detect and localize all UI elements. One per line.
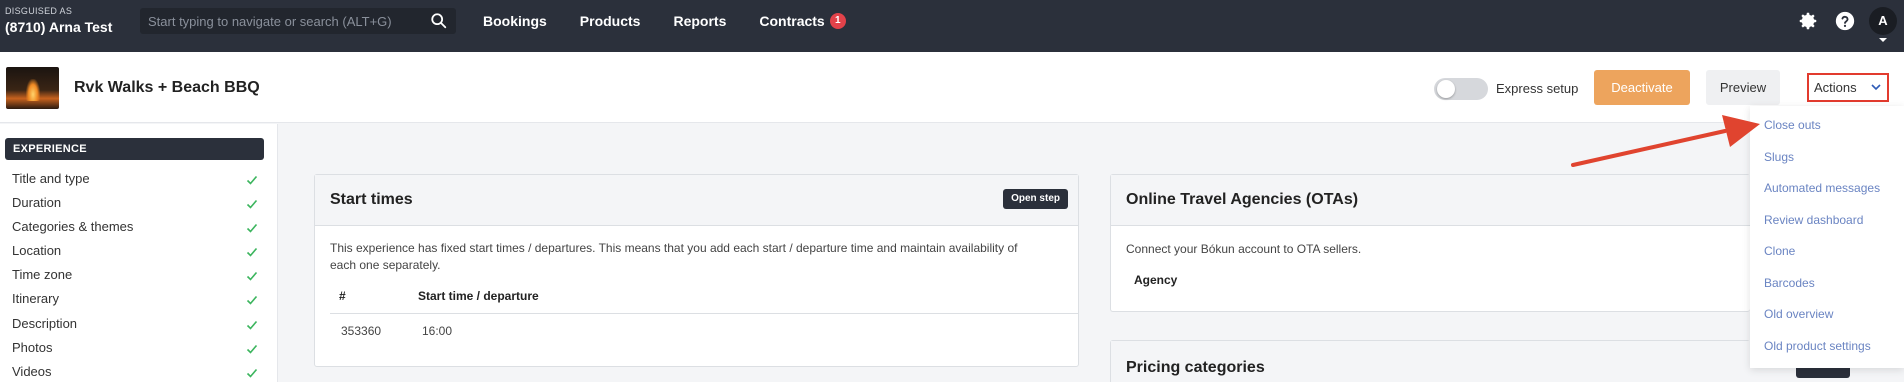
chevron-down-icon bbox=[1871, 84, 1881, 91]
table-divider bbox=[330, 313, 1078, 314]
actions-button-label: Actions bbox=[1814, 80, 1857, 95]
nav-bookings[interactable]: Bookings bbox=[483, 13, 547, 29]
sidebar-item-duration[interactable]: Duration bbox=[12, 195, 262, 215]
check-icon bbox=[246, 368, 258, 378]
product-title: Rvk Walks + Beach BBQ bbox=[74, 79, 260, 96]
gear-icon[interactable] bbox=[1797, 10, 1819, 32]
sidebar-item-label: Photos bbox=[12, 340, 53, 355]
open-step-button[interactable]: Open step bbox=[1003, 189, 1068, 209]
chevron-down-icon bbox=[1879, 38, 1887, 42]
menu-item-barcodes[interactable]: Barcodes bbox=[1764, 276, 1815, 290]
sidebar-item-label: Title and type bbox=[12, 171, 90, 186]
search-input[interactable] bbox=[148, 11, 418, 31]
contracts-count-badge: 1 bbox=[829, 13, 846, 29]
disguised-as-label: DISGUISED AS bbox=[5, 6, 73, 16]
sidebar-item-label: Itinerary bbox=[12, 291, 59, 306]
sidebar-item-description[interactable]: Description bbox=[12, 316, 262, 336]
card-header: Start times Open step bbox=[315, 175, 1078, 226]
actions-dropdown-menu: Close outs Slugs Automated messages Revi… bbox=[1750, 106, 1904, 368]
disguised-as-indicator[interactable]: DISGUISED AS (8710) Arna Test bbox=[5, 6, 112, 35]
sidebar-item-title-and-type[interactable]: Title and type bbox=[12, 171, 262, 191]
global-search bbox=[140, 8, 456, 34]
card-header: Online Travel Agencies (OTAs) bbox=[1111, 175, 1750, 226]
table-cell-time[interactable]: 16:00 bbox=[422, 324, 452, 338]
pricing-categories-card: Pricing categories bbox=[1110, 340, 1750, 382]
express-setup-toggle[interactable] bbox=[1434, 78, 1488, 100]
menu-item-old-product-settings[interactable]: Old product settings bbox=[1764, 339, 1871, 353]
disguised-user-name: (8710) Arna Test bbox=[5, 19, 113, 35]
otas-description: Connect your Bókun account to OTA seller… bbox=[1126, 242, 1362, 256]
section-title-experience[interactable]: EXPERIENCE bbox=[5, 138, 264, 160]
menu-item-slugs[interactable]: Slugs bbox=[1764, 150, 1794, 164]
setup-sidebar: EXPERIENCE Title and type Duration Categ… bbox=[0, 124, 278, 382]
top-navigation-bar: DISGUISED AS (8710) Arna Test Bookings P… bbox=[0, 0, 1904, 52]
product-thumbnail bbox=[6, 67, 59, 109]
avatar[interactable]: A bbox=[1869, 7, 1897, 35]
sidebar-item-time-zone[interactable]: Time zone bbox=[12, 267, 262, 287]
actions-button[interactable]: Actions bbox=[1807, 73, 1889, 102]
check-icon bbox=[246, 344, 258, 354]
check-icon bbox=[246, 320, 258, 330]
check-icon bbox=[246, 247, 258, 257]
card-title: Online Travel Agencies (OTAs) bbox=[1126, 191, 1359, 208]
sidebar-item-label: Time zone bbox=[12, 267, 73, 282]
sidebar-item-label: Videos bbox=[12, 364, 52, 379]
nav-reports[interactable]: Reports bbox=[673, 13, 726, 29]
menu-item-old-overview[interactable]: Old overview bbox=[1764, 307, 1833, 321]
nav-contracts[interactable]: Contracts 1 bbox=[759, 13, 846, 29]
otas-card: Online Travel Agencies (OTAs) Connect yo… bbox=[1110, 174, 1750, 312]
start-times-description: This experience has fixed start times / … bbox=[330, 241, 1018, 272]
check-icon bbox=[246, 175, 258, 185]
card-header: Pricing categories bbox=[1111, 341, 1750, 382]
card-title: Pricing categories bbox=[1126, 359, 1265, 376]
menu-item-clone[interactable]: Clone bbox=[1764, 244, 1795, 258]
nav-products[interactable]: Products bbox=[580, 13, 641, 29]
card-title: Start times bbox=[330, 191, 413, 208]
sidebar-item-label: Location bbox=[12, 243, 62, 258]
check-icon bbox=[246, 295, 258, 305]
start-times-card: Start times Open step This experience ha… bbox=[314, 174, 1079, 367]
nav-contracts-label: Contracts bbox=[759, 13, 825, 29]
sidebar-item-categories-themes[interactable]: Categories & themes bbox=[12, 219, 262, 239]
help-icon[interactable] bbox=[1834, 10, 1856, 32]
sidebar-item-itinerary[interactable]: Itinerary bbox=[12, 291, 262, 311]
sidebar-item-label: Categories & themes bbox=[12, 219, 134, 234]
sidebar-item-label: Duration bbox=[12, 195, 62, 210]
check-icon bbox=[246, 199, 258, 209]
search-icon[interactable] bbox=[430, 12, 448, 30]
sidebar-item-label: Description bbox=[12, 316, 78, 331]
column-header-agency: Agency bbox=[1134, 273, 1178, 287]
main-nav: Bookings Products Reports Contracts 1 bbox=[483, 13, 879, 29]
column-header-number: # bbox=[339, 289, 346, 303]
menu-item-review-dashboard[interactable]: Review dashboard bbox=[1764, 213, 1863, 227]
express-setup-label: Express setup bbox=[1496, 81, 1579, 96]
check-icon bbox=[246, 271, 258, 281]
toggle-knob bbox=[1437, 80, 1455, 98]
preview-button[interactable]: Preview bbox=[1706, 70, 1780, 105]
column-header-start-time: Start time / departure bbox=[418, 289, 539, 303]
table-cell-id: 353360 bbox=[341, 324, 382, 338]
deactivate-button[interactable]: Deactivate bbox=[1594, 70, 1690, 105]
sidebar-item-photos[interactable]: Photos bbox=[12, 340, 262, 360]
menu-item-automated-messages[interactable]: Automated messages bbox=[1764, 181, 1880, 195]
sidebar-item-location[interactable]: Location bbox=[12, 243, 262, 263]
check-icon bbox=[246, 223, 258, 233]
sidebar-item-videos[interactable]: Videos bbox=[12, 364, 262, 382]
product-header: Rvk Walks + Beach BBQ Express setup Deac… bbox=[0, 52, 1904, 123]
menu-item-close-outs[interactable]: Close outs bbox=[1764, 118, 1821, 132]
